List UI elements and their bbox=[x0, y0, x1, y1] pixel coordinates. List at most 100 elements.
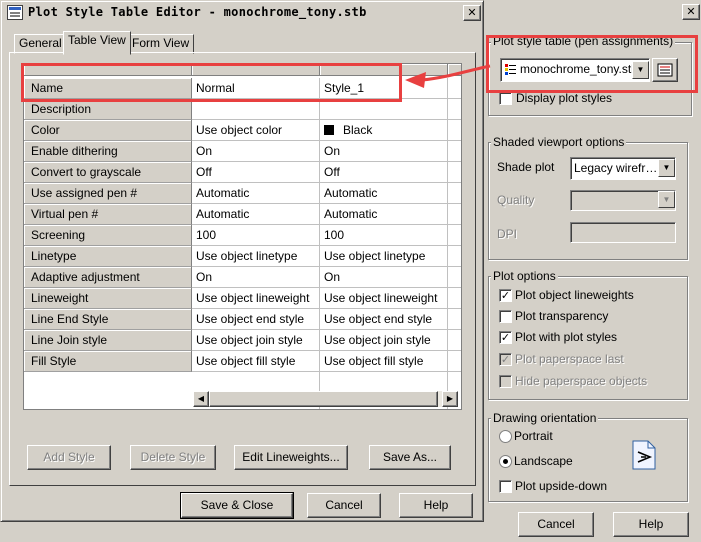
cell-text: On bbox=[196, 270, 213, 284]
property-value[interactable]: Black bbox=[320, 120, 448, 141]
scroll-right-icon[interactable]: ▶ bbox=[442, 391, 458, 407]
cell-text: Line Join style bbox=[31, 333, 108, 347]
extra-column-cell bbox=[448, 309, 461, 330]
add-style-button[interactable]: Add Style bbox=[27, 445, 111, 470]
tab-form-view[interactable]: Form View bbox=[127, 34, 195, 54]
property-value[interactable]: Use object linetype bbox=[192, 246, 320, 267]
landscape-label: Landscape bbox=[514, 454, 573, 468]
plot-with-styles-checkbox[interactable]: ✓ bbox=[499, 331, 512, 344]
property-value[interactable]: Use object lineweight bbox=[320, 288, 448, 309]
property-value[interactable]: Off bbox=[192, 162, 320, 183]
property-value[interactable]: Use object fill style bbox=[320, 351, 448, 372]
editor-help-button[interactable]: Help bbox=[399, 493, 473, 518]
close-icon[interactable]: ✕ bbox=[463, 5, 481, 21]
close-icon[interactable]: ✕ bbox=[682, 4, 700, 20]
property-value[interactable]: On bbox=[320, 267, 448, 288]
cell-text: Color bbox=[31, 123, 60, 137]
dpi-input[interactable] bbox=[570, 222, 676, 243]
hide-paperspace-checkbox[interactable] bbox=[499, 375, 512, 388]
extra-column-cell bbox=[448, 120, 461, 141]
edit-lineweights-button[interactable]: Edit Lineweights... bbox=[234, 445, 348, 470]
display-plot-styles-checkbox[interactable] bbox=[499, 92, 512, 105]
editor-title: Plot Style Table Editor - monochrome_ton… bbox=[28, 5, 367, 19]
property-value[interactable]: Use object join style bbox=[320, 330, 448, 351]
plot-paperspace-last-checkbox[interactable]: ✓ bbox=[499, 353, 512, 366]
cell-text: Use assigned pen # bbox=[31, 186, 138, 200]
scroll-left-icon[interactable]: ◀ bbox=[193, 391, 209, 407]
color-swatch bbox=[324, 125, 334, 135]
property-value[interactable] bbox=[192, 99, 320, 120]
cell-text: Adaptive adjustment bbox=[31, 270, 140, 284]
plot-lineweights-label: Plot object lineweights bbox=[515, 288, 634, 302]
property-value[interactable]: Automatic bbox=[320, 183, 448, 204]
dialog-titlebar bbox=[480, 0, 701, 24]
cell-text: Use object color bbox=[196, 123, 283, 137]
save-as-button[interactable]: Save As... bbox=[369, 445, 451, 470]
shade-plot-label: Shade plot bbox=[497, 160, 555, 174]
property-value[interactable] bbox=[320, 99, 448, 120]
property-value[interactable]: On bbox=[192, 141, 320, 162]
cell-text: Use object linetype bbox=[324, 249, 426, 263]
property-label: Use assigned pen # bbox=[24, 183, 192, 204]
property-value[interactable]: Use object fill style bbox=[192, 351, 320, 372]
portrait-radio[interactable] bbox=[499, 430, 512, 443]
property-value[interactable]: Use object join style bbox=[192, 330, 320, 351]
upside-down-checkbox[interactable] bbox=[499, 480, 512, 493]
extra-column-cell bbox=[448, 330, 461, 351]
shaded-group-label: Shaded viewport options bbox=[491, 135, 627, 149]
save-close-button[interactable]: Save & Close bbox=[180, 492, 294, 519]
property-value[interactable]: Use object linetype bbox=[320, 246, 448, 267]
tab-general[interactable]: General bbox=[14, 34, 67, 54]
extra-column-cell bbox=[448, 162, 461, 183]
property-value[interactable]: Automatic bbox=[192, 204, 320, 225]
property-label: Screening bbox=[24, 225, 192, 246]
cell-text: Automatic bbox=[324, 207, 378, 221]
chevron-down-icon[interactable]: ▼ bbox=[658, 159, 675, 177]
property-label: Lineweight bbox=[24, 288, 192, 309]
cell-text: Linetype bbox=[31, 249, 77, 263]
property-label: Enable dithering bbox=[24, 141, 192, 162]
property-value[interactable]: Use object color bbox=[192, 120, 320, 141]
property-value[interactable]: Off bbox=[320, 162, 448, 183]
property-label: Linetype bbox=[24, 246, 192, 267]
plot-transparency-checkbox[interactable] bbox=[499, 310, 512, 323]
scroll-thumb[interactable] bbox=[209, 391, 438, 407]
shade-plot-select[interactable]: Legacy wirefr… ▼ bbox=[570, 157, 676, 180]
property-value[interactable]: Use object end style bbox=[320, 309, 448, 330]
property-value[interactable]: Use object end style bbox=[192, 309, 320, 330]
property-value[interactable]: 100 bbox=[320, 225, 448, 246]
property-label: Adaptive adjustment bbox=[24, 267, 192, 288]
display-plot-styles-label: Display plot styles bbox=[516, 91, 613, 105]
style-grid[interactable]: Name Normal Style_1 Description Color Use obj… bbox=[23, 63, 462, 410]
arrow-icon bbox=[405, 64, 491, 88]
property-value[interactable]: Automatic bbox=[192, 183, 320, 204]
editor-cancel-button[interactable]: Cancel bbox=[307, 493, 381, 518]
cell-text: Enable dithering bbox=[31, 144, 118, 158]
chevron-down-icon: ▼ bbox=[658, 191, 675, 208]
plot-help-button[interactable]: Help bbox=[613, 512, 689, 537]
extra-column-cell bbox=[448, 204, 461, 225]
editor-titlebar: Plot Style Table Editor - monochrome_ton… bbox=[4, 4, 481, 22]
highlight-box-pen-assignments bbox=[486, 35, 698, 93]
property-value[interactable]: Use object lineweight bbox=[192, 288, 320, 309]
delete-style-button[interactable]: Delete Style bbox=[130, 445, 216, 470]
extra-column-cell bbox=[448, 351, 461, 372]
cell-text: Use object end style bbox=[324, 312, 433, 326]
plot-lineweights-checkbox[interactable]: ✓ bbox=[499, 289, 512, 302]
cell-text: Use object fill style bbox=[196, 354, 296, 368]
property-value[interactable]: Automatic bbox=[320, 204, 448, 225]
plot-transparency-label: Plot transparency bbox=[515, 309, 609, 323]
property-value[interactable]: On bbox=[192, 267, 320, 288]
property-label: Description bbox=[24, 99, 192, 120]
quality-select[interactable]: ▼ bbox=[570, 190, 676, 211]
landscape-radio[interactable] bbox=[499, 455, 512, 468]
quality-label: Quality bbox=[497, 193, 535, 207]
cell-text: Use object join style bbox=[324, 333, 431, 347]
property-value[interactable]: On bbox=[320, 141, 448, 162]
tab-table-view[interactable]: Table View bbox=[63, 31, 131, 55]
horizontal-scrollbar[interactable]: ◀ ▶ bbox=[193, 391, 458, 407]
plot-cancel-button[interactable]: Cancel bbox=[518, 512, 594, 537]
property-value[interactable]: 100 bbox=[192, 225, 320, 246]
cell-text: Use object lineweight bbox=[196, 291, 310, 305]
property-label: Color bbox=[24, 120, 192, 141]
